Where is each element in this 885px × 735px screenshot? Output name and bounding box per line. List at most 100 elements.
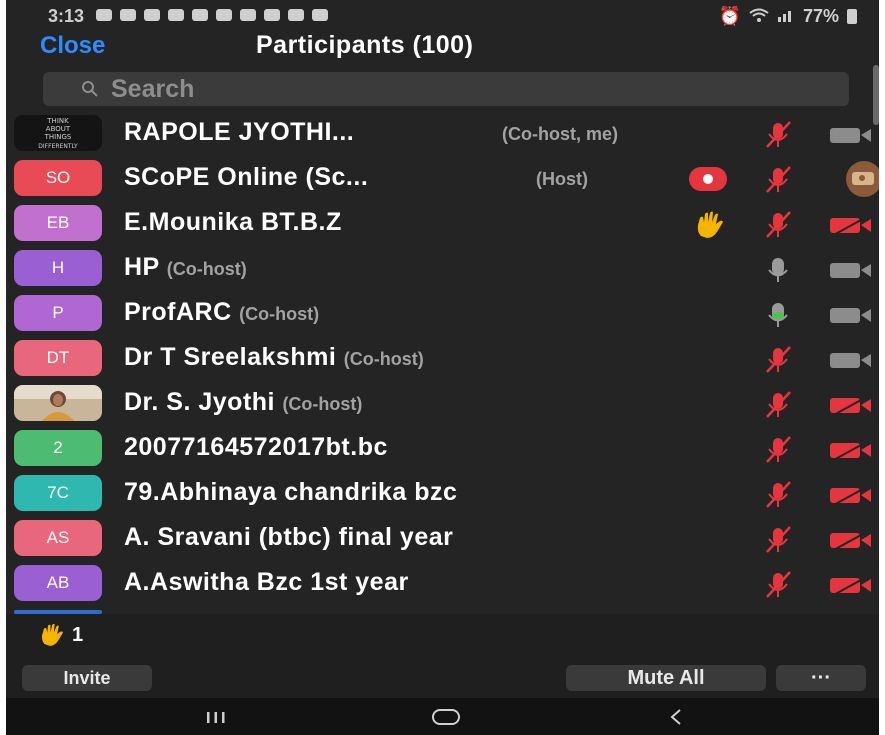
notification-icon	[312, 9, 328, 21]
participant-name-text: HP	[124, 253, 160, 281]
invite-button[interactable]: Invite	[22, 665, 152, 691]
notification-icon	[288, 9, 304, 21]
notification-icon	[216, 9, 232, 21]
notification-icon	[264, 9, 280, 21]
notification-icon	[144, 9, 160, 21]
avatar: SO	[14, 160, 102, 196]
raised-hands-count: 1	[72, 623, 84, 646]
video-off-icon[interactable]	[828, 525, 876, 555]
avatar: H	[14, 250, 102, 286]
video-on-icon[interactable]	[828, 255, 876, 285]
video-off-icon[interactable]	[828, 480, 876, 510]
participant-row[interactable]: 2 20077164572017bt.bc	[6, 427, 879, 473]
participant-row[interactable]: AB A.Aswitha Bzc 1st year	[6, 562, 879, 608]
participant-row[interactable]: EB E.Mounika BT.B.Z	[6, 202, 879, 248]
battery-icon	[847, 9, 857, 24]
notification-icon	[168, 9, 184, 21]
participant-name: E.Mounika BT.B.Z	[124, 208, 342, 236]
participant-row[interactable]: Dr. S. Jyothi (Co-host)	[6, 382, 879, 428]
video-off-icon[interactable]	[828, 570, 876, 600]
participant-role: (Co-host)	[343, 349, 424, 369]
raised-hand-icon	[697, 211, 723, 238]
home-icon	[432, 708, 460, 725]
svg-text:DIFFERENTLY: DIFFERENTLY	[38, 143, 78, 150]
mic-active-icon[interactable]	[762, 299, 794, 331]
battery-percentage: 77%	[802, 6, 839, 26]
participant-name-text: ProfARC	[124, 298, 232, 326]
recording-icon	[689, 167, 727, 191]
android-nav-bar	[6, 698, 879, 735]
home-button[interactable]	[416, 698, 476, 735]
notification-icon	[240, 9, 256, 21]
mic-muted-icon[interactable]	[762, 389, 794, 421]
mic-muted-icon[interactable]	[762, 209, 794, 241]
mic-muted-icon[interactable]	[762, 479, 794, 511]
participant-role: (Co-host)	[239, 304, 320, 324]
alarm-icon: ⏰	[718, 6, 741, 26]
search-input[interactable]	[109, 73, 713, 105]
back-icon	[670, 708, 681, 725]
back-button[interactable]	[646, 698, 706, 735]
header: Close Participants (100)	[6, 30, 879, 66]
avatar: 7C	[14, 475, 102, 511]
participant-name: RAPOLE JYOTHI...	[124, 118, 355, 146]
video-on-icon[interactable]	[828, 120, 876, 150]
participant-name: 20077164572017bt.bc	[124, 433, 388, 461]
participant-row[interactable]: 7C 79.Abhinaya chandrika bzc	[6, 472, 879, 518]
mute-all-button[interactable]: Mute All	[566, 665, 766, 691]
avatar: P	[14, 295, 102, 331]
participant-name: Dr T Sreelakshmi (Co-host)	[124, 343, 424, 372]
participant-name: HP (Co-host)	[124, 253, 247, 282]
more-options-button[interactable]: ···	[776, 665, 866, 691]
participant-row[interactable]: THINK ABOUT THINGS DIFFERENTLY RAPOLE JY…	[6, 112, 879, 158]
avatar: AB	[14, 565, 102, 601]
recent-apps-button[interactable]	[186, 698, 246, 735]
mic-unmuted-icon[interactable]	[762, 254, 794, 286]
zoom-participants-screen: 3:13 ⏰ 77% Close Participants (100) Sear…	[6, 0, 879, 735]
video-off-icon[interactable]	[828, 390, 876, 420]
mic-muted-icon[interactable]	[762, 344, 794, 376]
notification-icon	[120, 9, 136, 21]
search-icon	[82, 81, 98, 97]
mic-muted-icon[interactable]	[762, 569, 794, 601]
notification-icon	[192, 9, 208, 21]
signal-icon	[777, 6, 795, 27]
search-box[interactable]	[43, 72, 849, 106]
recent-apps-icon	[207, 711, 225, 723]
participant-name: A.Aswitha Bzc 1st year	[124, 568, 409, 596]
mic-muted-icon[interactable]	[762, 434, 794, 466]
participant-role: (Co-host, me)	[502, 124, 618, 144]
participant-name: Dr. S. Jyothi (Co-host)	[124, 388, 362, 417]
participant-list: THINK ABOUT THINGS DIFFERENTLY RAPOLE JY…	[6, 112, 879, 612]
svg-text:THINGS: THINGS	[44, 133, 72, 141]
participant-name: SCoPE Online (Sc...	[124, 163, 369, 191]
status-right: ⏰ 77%	[719, 6, 857, 27]
mic-muted-icon[interactable]	[762, 164, 794, 196]
status-bar: 3:13 ⏰ 77%	[6, 0, 879, 30]
participant-role: (Co-host)	[282, 394, 363, 414]
participant-row[interactable]: H HP (Co-host)	[6, 247, 879, 293]
avatar: EB	[14, 205, 102, 241]
video-on-icon[interactable]	[828, 345, 876, 375]
participant-name-text: Dr T Sreelakshmi	[124, 343, 337, 371]
close-button[interactable]: Close	[40, 32, 105, 60]
participant-role: (Host)	[536, 169, 588, 189]
avatar: THINK ABOUT THINGS DIFFERENTLY	[14, 115, 102, 151]
participant-role: (Co-host)	[166, 259, 247, 279]
svg-text:ABOUT: ABOUT	[46, 125, 71, 133]
participant-row[interactable]: AS A. Sravani (btbc) final year	[6, 517, 879, 563]
participant-row[interactable]: P ProfARC (Co-host)	[6, 292, 879, 338]
screen-share-icon[interactable]	[834, 159, 879, 199]
page-title: Participants (100)	[256, 31, 474, 59]
participant-row[interactable]: SO SCoPE Online (Sc... (Host)	[6, 157, 879, 203]
participant-name: ProfARC (Co-host)	[124, 298, 319, 327]
video-off-icon[interactable]	[828, 435, 876, 465]
participant-row[interactable]: DT Dr T Sreelakshmi (Co-host)	[6, 337, 879, 383]
navigation-icon	[96, 9, 112, 21]
status-time: 3:13	[48, 6, 85, 26]
mic-muted-icon[interactable]	[762, 524, 794, 556]
raised-hands-summary[interactable]: 1	[38, 622, 83, 648]
mic-muted-icon[interactable]	[762, 119, 794, 151]
video-off-icon[interactable]	[828, 210, 876, 240]
video-on-icon[interactable]	[828, 300, 876, 330]
